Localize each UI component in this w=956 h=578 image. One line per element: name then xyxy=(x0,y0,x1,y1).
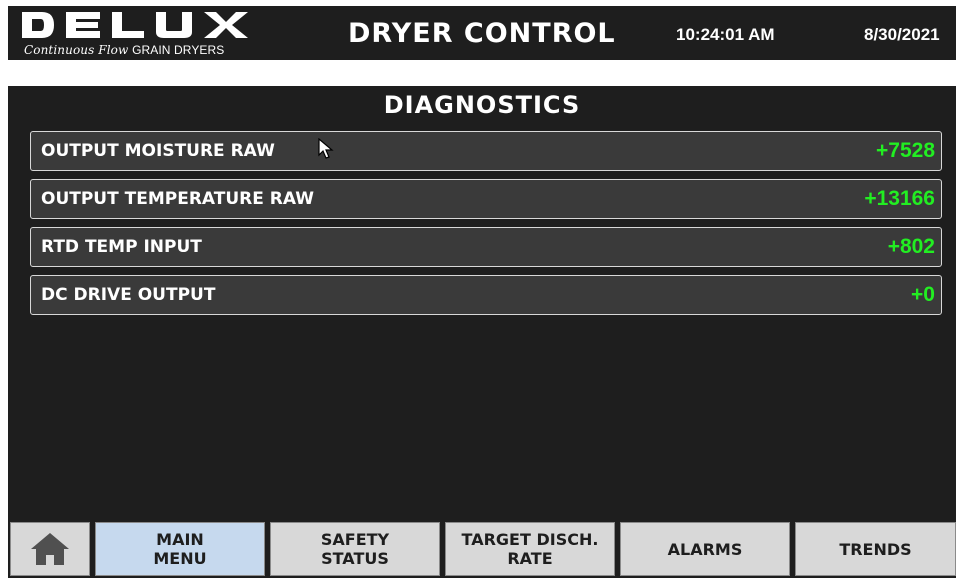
clock-time: 10:24:01 AM xyxy=(676,25,775,44)
row-label: OUTPUT TEMPERATURE RAW xyxy=(41,189,315,209)
logo-subtitle-script: Continuous Flow xyxy=(24,43,129,57)
row-label: OUTPUT MOISTURE RAW xyxy=(41,141,275,161)
home-icon xyxy=(31,533,69,565)
bottom-nav-bar: MAIN MENU SAFETY STATUS TARGET DISCH. RA… xyxy=(8,518,956,578)
logo-subtitle-caps: GRAIN DRYERS xyxy=(132,43,225,57)
diag-row-output-temperature-raw: OUTPUT TEMPERATURE RAW +13166 xyxy=(30,179,942,219)
target-disch-rate-button[interactable]: TARGET DISCH. RATE xyxy=(445,522,615,576)
alarms-button[interactable]: ALARMS xyxy=(620,522,790,576)
row-label: RTD TEMP INPUT xyxy=(41,237,202,257)
header-bar: Continuous Flow GRAIN DRYERS DRYER CONTR… xyxy=(8,6,956,60)
row-value: +802 xyxy=(887,235,935,258)
delux-logo: Continuous Flow GRAIN DRYERS xyxy=(20,10,270,58)
diag-row-dc-drive-output: DC DRIVE OUTPUT +0 xyxy=(30,275,942,315)
safety-status-button[interactable]: SAFETY STATUS xyxy=(270,522,440,576)
home-button[interactable] xyxy=(10,522,90,576)
row-label: DC DRIVE OUTPUT xyxy=(41,285,216,305)
page-title: DRYER CONTROL xyxy=(348,18,616,49)
diag-row-rtd-temp-input: RTD TEMP INPUT +802 xyxy=(30,227,942,267)
row-value: +7528 xyxy=(876,139,935,162)
clock-date: 8/30/2021 xyxy=(864,25,940,44)
row-value: +13166 xyxy=(864,187,935,210)
logo-subtitle: Continuous Flow GRAIN DRYERS xyxy=(24,42,224,57)
trends-button[interactable]: TRENDS xyxy=(795,522,956,576)
diag-row-output-moisture-raw: OUTPUT MOISTURE RAW +7528 xyxy=(30,131,942,171)
panel-title: DIAGNOSTICS xyxy=(383,91,581,119)
diagnostics-panel: DIAGNOSTICS OUTPUT MOISTURE RAW +7528 OU… xyxy=(8,86,956,518)
mouse-cursor-icon xyxy=(318,138,334,159)
delux-logo-mark xyxy=(22,12,248,38)
main-menu-button[interactable]: MAIN MENU xyxy=(95,522,265,576)
row-value: +0 xyxy=(911,283,935,306)
